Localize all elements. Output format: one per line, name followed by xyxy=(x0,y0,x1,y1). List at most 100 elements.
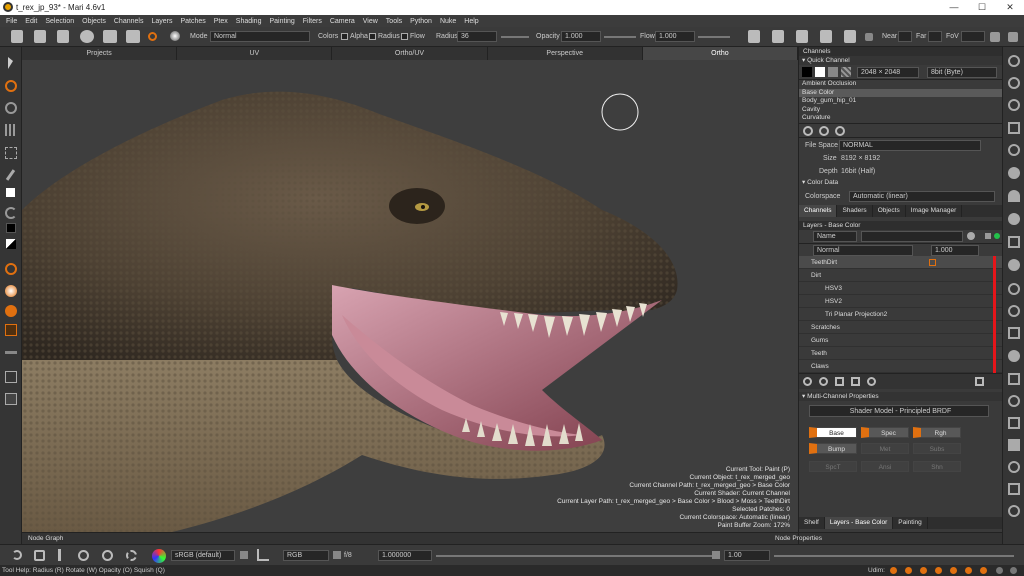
specular-tint-channel-toggle[interactable]: SpcT xyxy=(809,460,857,472)
radius-checkbox[interactable] xyxy=(369,33,376,40)
new-project-icon[interactable] xyxy=(11,30,23,43)
export-manager-icon[interactable] xyxy=(1008,461,1020,473)
layer-row-claws[interactable]: Claws xyxy=(799,360,1002,373)
channel-item-ambient-occlusion[interactable]: Ambient Occlusion xyxy=(799,80,1002,89)
subsurface-channel-toggle[interactable]: Subs xyxy=(913,442,961,454)
layer-filter-options-icon[interactable] xyxy=(985,232,991,239)
clear-icon[interactable] xyxy=(103,30,117,43)
color-manager-icon[interactable] xyxy=(152,549,166,563)
paint-tool-icon[interactable] xyxy=(5,80,17,92)
fstop-toggle[interactable] xyxy=(333,551,341,559)
open-project-icon[interactable] xyxy=(34,30,46,43)
palettes-icon[interactable] xyxy=(1008,55,1020,67)
minimize-button[interactable]: — xyxy=(940,0,968,15)
add-mask-icon[interactable] xyxy=(867,376,876,386)
alpha-checkbox[interactable] xyxy=(341,33,348,40)
grid-tool-icon[interactable] xyxy=(5,124,17,136)
flow-field[interactable]: 1.000 xyxy=(655,31,695,42)
near-field[interactable] xyxy=(898,31,912,42)
history-icon[interactable] xyxy=(1008,77,1020,89)
node-properties-panel[interactable]: Node Properties xyxy=(775,532,1003,544)
tab-layers-base-color[interactable]: Layers - Base Color xyxy=(824,517,894,529)
foreground-color-swatch[interactable] xyxy=(6,188,15,197)
fov-field[interactable] xyxy=(961,31,985,42)
camera-icon[interactable] xyxy=(820,30,832,43)
channel-item-cavity[interactable]: Cavity xyxy=(799,106,1002,115)
remove-channel-icon[interactable] xyxy=(835,125,845,136)
fill-tool-icon[interactable] xyxy=(5,305,17,317)
lut-icon[interactable] xyxy=(240,551,248,559)
radius-field[interactable]: 36 xyxy=(457,31,497,42)
layer-row-dirt[interactable]: Dirt xyxy=(799,269,1002,282)
spec-channel-toggle[interactable]: Spec xyxy=(861,426,909,438)
menu-shading[interactable]: Shading xyxy=(232,18,266,25)
transform-tool-icon[interactable] xyxy=(5,324,17,336)
layer-row-tri-planar[interactable]: Tri Planar Projection2 xyxy=(799,308,1002,321)
brush-icon[interactable] xyxy=(148,32,157,41)
gamma-toggle[interactable] xyxy=(712,551,720,559)
menu-tools[interactable]: Tools xyxy=(382,18,406,25)
channel-mode-dropdown[interactable]: RGB xyxy=(283,550,329,561)
layer-filter-input[interactable] xyxy=(861,230,963,242)
tab-shelf[interactable]: Shelf xyxy=(799,517,825,529)
layer-row-teethdirt[interactable]: TeethDirt xyxy=(799,255,1002,269)
menu-objects[interactable]: Objects xyxy=(78,18,110,25)
materials-icon[interactable] xyxy=(1008,395,1020,407)
opacity-slider[interactable] xyxy=(604,36,636,38)
white-channel-swatch[interactable] xyxy=(815,67,825,77)
colorspace-dropdown[interactable]: Automatic (linear) xyxy=(849,190,995,202)
rotate-icon[interactable] xyxy=(78,550,89,561)
exposure-slider[interactable] xyxy=(436,555,712,557)
projectors-icon[interactable] xyxy=(1008,305,1020,317)
delete-layer-icon[interactable] xyxy=(975,376,984,386)
menu-filters[interactable]: Filters xyxy=(299,18,326,25)
tab-ortho-uv[interactable]: Ortho/UV xyxy=(332,47,488,60)
channel-settings-icon[interactable] xyxy=(819,125,829,136)
tab-shaders[interactable]: Shaders xyxy=(837,204,873,217)
flow-checkbox[interactable] xyxy=(401,33,408,40)
base-channel-toggle[interactable]: Base xyxy=(809,426,857,438)
sheen-channel-toggle[interactable]: Shn xyxy=(913,460,961,472)
black-channel-swatch[interactable] xyxy=(802,67,812,77)
node-graph-icon[interactable] xyxy=(1008,483,1020,495)
patches-palette-icon[interactable] xyxy=(1008,327,1020,339)
tab-projects[interactable]: Projects xyxy=(22,47,178,60)
move-tool-icon[interactable] xyxy=(34,550,45,561)
layer-row-gums[interactable]: Gums xyxy=(799,334,1002,347)
anisotropy-channel-toggle[interactable]: Ansi xyxy=(861,460,909,472)
lights-palette-icon[interactable] xyxy=(1008,144,1020,156)
clone-tool-icon[interactable] xyxy=(5,263,17,275)
checker-channel-swatch[interactable] xyxy=(841,67,851,77)
flow-slider[interactable] xyxy=(698,36,730,38)
channel-item-curvature[interactable]: Curvature xyxy=(799,114,1002,123)
multi-channel-properties-section[interactable]: ▾ Multi-Channel Properties xyxy=(799,391,1002,401)
transform-icon[interactable] xyxy=(102,550,113,561)
color-data-section[interactable]: ▾ Color Data xyxy=(799,178,838,187)
grey-channel-swatch[interactable] xyxy=(828,67,838,77)
metallic-channel-toggle[interactable]: Met xyxy=(861,442,909,454)
3d-viewport[interactable]: Current Tool: Paint (P) Current Object: … xyxy=(22,60,798,532)
channel-item-base-color[interactable]: Base Color xyxy=(799,88,1002,97)
down-arrow-icon[interactable] xyxy=(58,549,61,561)
layer-row-scratches[interactable]: Scratches xyxy=(799,321,1002,334)
camera-menu-icon[interactable] xyxy=(1008,32,1018,42)
snapshots-icon[interactable] xyxy=(1008,122,1020,134)
layer-row-hsv2[interactable]: HSV2 xyxy=(799,295,1002,308)
close-button[interactable]: ✕ xyxy=(996,0,1024,15)
background-color-swatch[interactable] xyxy=(6,223,16,233)
node-graph-panel[interactable]: Node Graph xyxy=(22,532,798,544)
maximize-button[interactable]: ☐ xyxy=(968,0,996,15)
file-space-dropdown[interactable]: NORMAL xyxy=(839,139,981,151)
add-procedural-layer-icon[interactable] xyxy=(819,376,828,386)
flatten-icon[interactable] xyxy=(126,30,140,43)
clear-filter-icon[interactable] xyxy=(967,231,975,240)
layer-blend-mode-dropdown[interactable]: Normal xyxy=(813,244,913,256)
ortho-view-icon[interactable] xyxy=(748,30,760,43)
tab-perspective[interactable]: Perspective xyxy=(488,47,643,60)
menu-painting[interactable]: Painting xyxy=(265,18,298,25)
shelf-icon[interactable] xyxy=(1008,259,1020,271)
layer-row-teeth[interactable]: Teeth xyxy=(799,347,1002,360)
uv-view-icon[interactable] xyxy=(796,30,808,43)
projection-tool-icon[interactable] xyxy=(5,371,17,383)
shader-model-dropdown[interactable]: Shader Model - Principled BRDF xyxy=(809,404,989,417)
